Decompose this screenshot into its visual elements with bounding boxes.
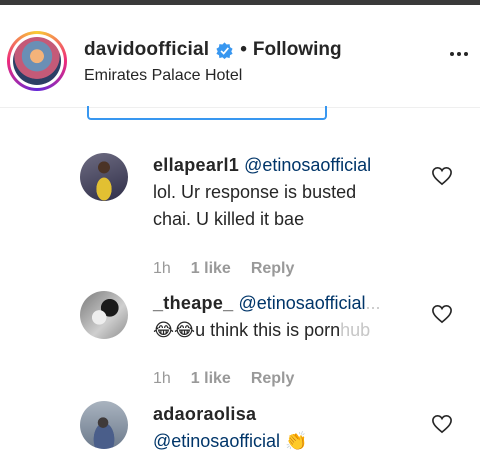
comment-mention[interactable]: @etinosaofficial	[244, 155, 371, 175]
comment-text: adaoraolisa @etinosaofficial 👏	[153, 401, 423, 453]
comment-mention[interactable]: @etinosaofficial	[153, 431, 280, 451]
commenter-avatar[interactable]	[80, 153, 128, 201]
comment-likes[interactable]: 1 like	[191, 370, 231, 388]
comment-line: u think this is porn	[195, 320, 341, 340]
comment-meta: 1h 1 like Reply	[153, 260, 294, 278]
comment-text: _theape_ @etinosaofficial... 😂😂u think t…	[153, 290, 423, 344]
avatar-image	[13, 37, 61, 85]
heart-icon[interactable]	[431, 414, 453, 434]
header-user-row: davidoofficial • Following	[84, 39, 342, 61]
verified-badge-icon	[216, 41, 233, 59]
comment-likes[interactable]: 1 like	[191, 260, 231, 278]
comment-time: 1h	[153, 370, 171, 387]
comment-emoji: 👏	[285, 431, 308, 451]
more-options-icon[interactable]	[450, 52, 468, 56]
commenter-avatar[interactable]	[80, 291, 128, 339]
comment-mention[interactable]: @etinosaofficial	[238, 293, 365, 313]
comment-time: 1h	[153, 260, 171, 277]
profile-avatar[interactable]	[7, 31, 67, 91]
post-header: davidoofficial • Following Emirates Pala…	[0, 5, 480, 108]
comment-meta: 1h 1 like Reply	[153, 370, 294, 388]
heart-icon[interactable]	[431, 166, 453, 186]
comment-text: ellapearl1 @etinosaofficial lol. Ur resp…	[153, 152, 423, 233]
comment-line: lol. Ur response is busted	[153, 182, 357, 202]
heart-icon[interactable]	[431, 304, 453, 324]
comment-username[interactable]: adaoraolisa	[153, 404, 256, 424]
header-username[interactable]: davidoofficial	[84, 39, 209, 61]
separator-dot: •	[240, 39, 247, 60]
following-button[interactable]: Following	[253, 39, 342, 61]
commenter-avatar[interactable]	[80, 401, 128, 449]
comment-username[interactable]: _theape_	[153, 293, 233, 313]
comment-line: chai. U killed it bae	[153, 209, 305, 229]
comment-emoji: 😂😂	[153, 320, 196, 340]
reply-button[interactable]: Reply	[251, 260, 295, 278]
truncation-fade: ...	[365, 293, 381, 313]
load-more-frame	[87, 106, 327, 120]
truncation-fade: hub	[340, 320, 371, 340]
comment-username[interactable]: ellapearl1	[153, 155, 239, 175]
location-link[interactable]: Emirates Palace Hotel	[84, 67, 242, 85]
reply-button[interactable]: Reply	[251, 370, 295, 388]
